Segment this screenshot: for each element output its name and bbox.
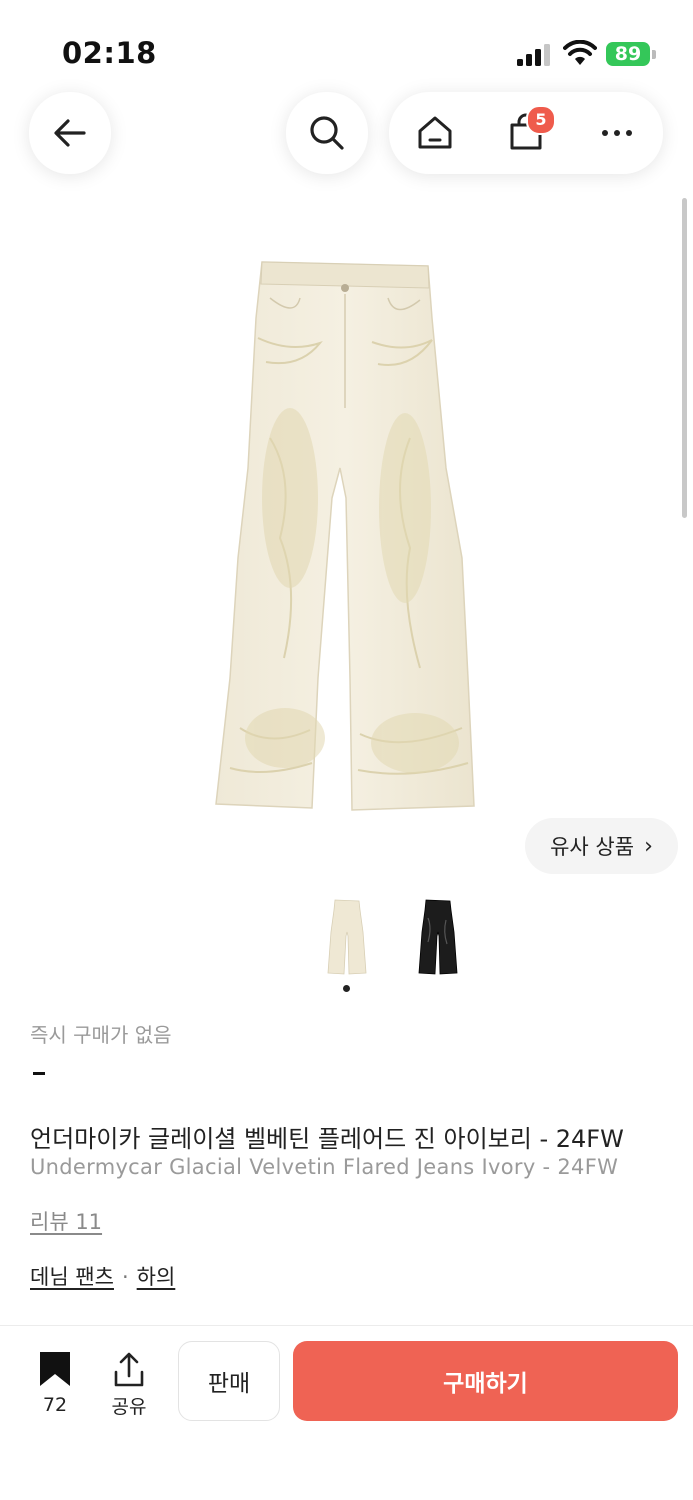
more-button[interactable]	[587, 103, 647, 163]
product-image[interactable]	[200, 258, 490, 818]
battery-indicator: 89	[606, 42, 658, 68]
more-icon	[602, 130, 633, 136]
thumbnail-ivory[interactable]	[325, 898, 369, 976]
buy-button[interactable]: 구매하기	[293, 1341, 678, 1421]
battery-level: 89	[606, 42, 650, 66]
similar-products-label: 유사 상품	[550, 835, 635, 859]
instant-buy-status: 즉시 구매가 없음	[30, 1023, 172, 1047]
battery-cap	[652, 50, 656, 59]
sell-button[interactable]: 판매	[178, 1341, 280, 1421]
category-link-denim-pants[interactable]: 데님 팬츠	[30, 1265, 114, 1289]
bookmark-count: 72	[42, 1394, 68, 1416]
home-icon	[418, 116, 452, 149]
thumbnail-black[interactable]	[416, 898, 460, 976]
similar-products-button[interactable]: 유사 상품 ›	[525, 818, 678, 874]
cellular-signal-icon	[517, 44, 550, 66]
cart-button[interactable]: 5	[496, 103, 556, 163]
status-time: 02:18	[62, 36, 157, 70]
bottom-bar-divider	[0, 1325, 693, 1326]
search-button[interactable]	[286, 92, 368, 174]
category-breadcrumb: 데님 팬츠 · 하의	[30, 1261, 175, 1291]
wifi-icon	[563, 40, 597, 65]
chevron-right-icon: ›	[644, 833, 653, 859]
price-placeholder	[33, 1072, 45, 1075]
share-label: 공유	[111, 1396, 147, 1418]
review-link[interactable]: 리뷰 11	[30, 1206, 102, 1236]
scrollbar[interactable]	[682, 198, 687, 518]
bookmark-icon	[40, 1352, 70, 1386]
arrow-left-icon	[54, 119, 86, 147]
category-separator: ·	[121, 1265, 129, 1289]
share-icon	[114, 1352, 144, 1387]
cart-count-badge: 5	[525, 105, 556, 135]
home-button[interactable]	[405, 103, 465, 163]
share-button[interactable]: 공유	[106, 1350, 152, 1420]
category-link-bottoms[interactable]: 하의	[137, 1265, 176, 1289]
search-icon	[310, 116, 344, 150]
product-title-korean: 언더마이카 글레이셜 벨베틴 플레어드 진 아이보리 - 24FW	[30, 1125, 624, 1153]
carousel-indicator	[343, 985, 350, 992]
product-title-english: Undermycar Glacial Velvetin Flared Jeans…	[30, 1155, 619, 1179]
bookmark-button[interactable]: 72	[36, 1350, 74, 1420]
nav-action-group: 5	[389, 92, 663, 174]
back-button[interactable]	[29, 92, 111, 174]
